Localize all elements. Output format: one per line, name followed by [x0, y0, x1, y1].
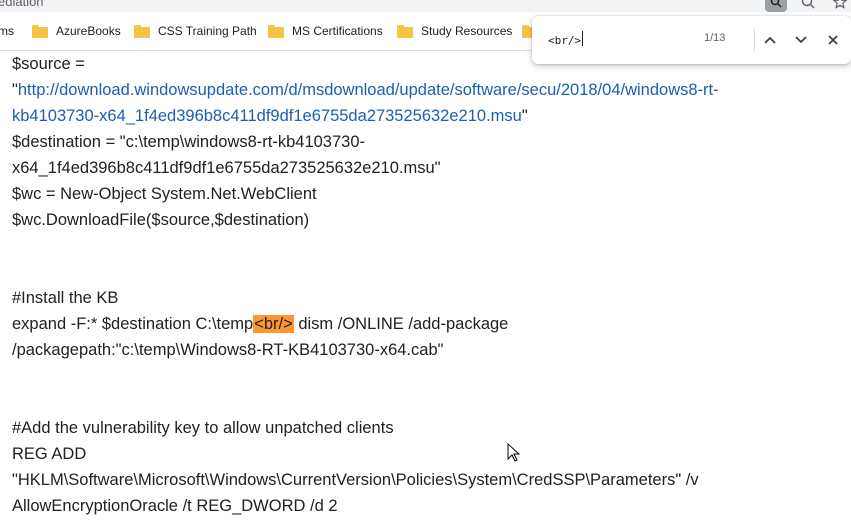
- page-content: $source = "http://download.windowsupdate…: [0, 51, 851, 527]
- bookmark-star-icon[interactable]: [829, 0, 851, 12]
- bookmark-label: ms: [0, 24, 14, 38]
- previous-match-button[interactable]: [758, 28, 782, 52]
- folder-icon: [268, 24, 284, 38]
- code-line: $source =: [12, 55, 85, 73]
- find-input[interactable]: [546, 29, 690, 51]
- find-match-count: 1/13: [704, 32, 726, 44]
- code-line: "HKLM\Software\Microsoft\Windows\Current…: [12, 471, 699, 489]
- bookmark-folder-azurebooks[interactable]: AzureBooks: [32, 12, 121, 50]
- chevron-up-icon: [764, 36, 776, 44]
- find-in-page-icon[interactable]: [765, 0, 787, 12]
- zoom-icon[interactable]: [797, 0, 819, 12]
- quote: ": [521, 107, 528, 125]
- window-title: ediation: [0, 0, 44, 9]
- code-line: $wc.DownloadFile($source,$destination): [12, 211, 310, 229]
- divider: [754, 28, 755, 52]
- code-line: kb4103730-x64_1f4ed396b8c411df9df1e6755d…: [12, 106, 528, 126]
- title-bar: ediation: [0, 0, 851, 12]
- code-line: expand -F:* $destination C:\temp<br/> di…: [12, 314, 508, 334]
- code-line: "http://download.windowsupdate.com/d/msd…: [12, 80, 719, 100]
- code-line: x64_1f4ed396b8c411df9df1e6755da273525632…: [12, 159, 441, 177]
- text-segment: dism /ONLINE /add-package: [293, 315, 509, 333]
- next-match-button[interactable]: [789, 28, 813, 52]
- bookmark-folder-css-training-path[interactable]: CSS Training Path: [134, 12, 257, 50]
- bookmark-label: CSS Training Path: [158, 24, 257, 38]
- search-highlight: <br/>: [253, 315, 294, 333]
- bookmark-folder-ms-certifications[interactable]: MS Certifications: [268, 12, 383, 50]
- bookmark-label: Study Resources: [421, 24, 513, 38]
- code-line: $wc = New-Object System.Net.WebClient: [12, 185, 317, 203]
- download-link[interactable]: http://download.windowsupdate.com/d/msdo…: [18, 81, 719, 99]
- close-icon: [828, 35, 838, 45]
- folder-icon: [32, 24, 48, 38]
- code-line: $destination = "c:\temp\windows8-rt-kb41…: [12, 133, 366, 151]
- chevron-down-icon: [795, 36, 807, 44]
- find-bar: 1/13: [532, 16, 851, 64]
- code-line: REG ADD: [12, 445, 87, 463]
- download-link-continued[interactable]: kb4103730-x64_1f4ed396b8c411df9df1e6755d…: [12, 107, 522, 125]
- toolbar-icons: [765, 0, 851, 12]
- code-line: AllowEncryptionOracle /t REG_DWORD /d 2: [12, 497, 338, 515]
- bookmark-label: MS Certifications: [292, 24, 383, 38]
- code-comment: #Install the KB: [12, 289, 119, 307]
- bookmark-item[interactable]: ms: [0, 12, 14, 50]
- bookmark-label: AzureBooks: [56, 24, 121, 38]
- bookmark-folder-study-resources[interactable]: Study Resources: [397, 12, 512, 50]
- text-cursor: [582, 31, 583, 46]
- close-find-button[interactable]: [821, 28, 845, 52]
- folder-icon: [397, 24, 413, 38]
- code-line: /packagepath:"c:\temp\Windows8-RT-KB4103…: [12, 341, 444, 359]
- code-comment: #Add the vulnerability key to allow unpa…: [12, 419, 394, 437]
- text-segment: expand -F:* $destination C:\temp: [12, 315, 254, 333]
- folder-icon: [134, 24, 150, 38]
- mouse-pointer-icon: [507, 443, 521, 462]
